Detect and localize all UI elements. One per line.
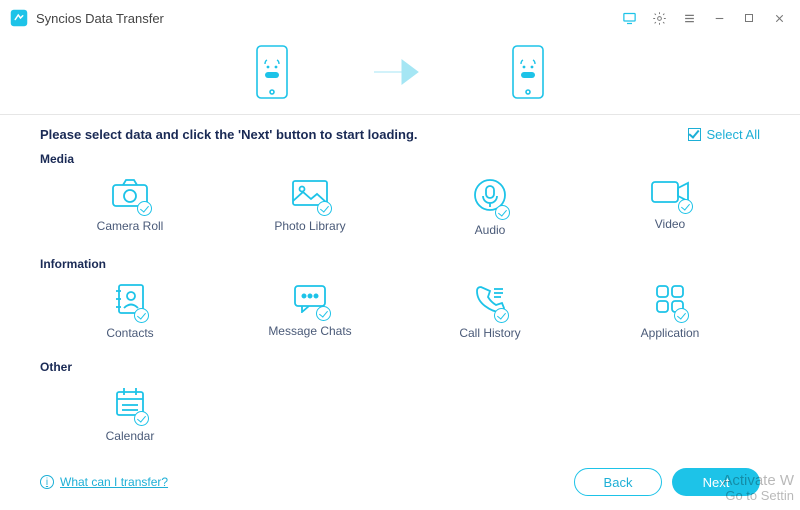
message-chats-icon: [292, 283, 328, 318]
content-area: Please select data and click the 'Next' …: [0, 114, 800, 478]
check-badge-icon: [495, 205, 510, 220]
check-badge-icon: [317, 201, 332, 216]
checkbox-icon: [688, 128, 701, 141]
help-label: What can I transfer?: [60, 475, 168, 489]
settings-icon[interactable]: [648, 7, 670, 29]
item-contacts[interactable]: Contacts: [40, 275, 220, 354]
source-phone-icon: [254, 44, 290, 100]
item-video[interactable]: Video: [580, 170, 760, 251]
media-grid: Camera Roll Photo Library Audio: [40, 170, 760, 251]
video-icon: [650, 178, 690, 211]
header-row: Please select data and click the 'Next' …: [40, 127, 760, 142]
item-photo-library[interactable]: Photo Library: [220, 170, 400, 251]
check-badge-icon: [134, 308, 149, 323]
item-label: Photo Library: [274, 219, 345, 233]
info-icon: i: [40, 475, 54, 489]
application-icon: [654, 283, 686, 320]
check-badge-icon: [494, 308, 509, 323]
app-title: Syncios Data Transfer: [36, 11, 164, 26]
transfer-diagram: [0, 36, 800, 114]
item-label: Contacts: [106, 326, 153, 340]
target-phone-icon: [510, 44, 546, 100]
help-link[interactable]: i What can I transfer?: [40, 475, 168, 489]
item-application[interactable]: Application: [580, 275, 760, 354]
audio-icon: [473, 178, 507, 217]
app-window: Syncios Data Transfer: [0, 0, 800, 510]
check-badge-icon: [134, 411, 149, 426]
check-badge-icon: [674, 308, 689, 323]
photo-library-icon: [291, 178, 329, 213]
check-badge-icon: [316, 306, 331, 321]
select-all-label: Select All: [707, 127, 760, 142]
footer: i What can I transfer? Back Next: [0, 454, 800, 510]
titlebar: Syncios Data Transfer: [0, 0, 800, 36]
item-label: Audio: [475, 223, 506, 237]
other-grid: Calendar: [40, 378, 760, 457]
group-label-information: Information: [40, 257, 760, 271]
maximize-button[interactable]: [738, 7, 760, 29]
instruction-text: Please select data and click the 'Next' …: [40, 127, 418, 142]
minimize-button[interactable]: [708, 7, 730, 29]
item-label: Calendar: [106, 429, 155, 443]
item-audio[interactable]: Audio: [400, 170, 580, 251]
group-label-media: Media: [40, 152, 760, 166]
arrow-right-icon: [370, 54, 430, 90]
next-button[interactable]: Next: [672, 468, 760, 496]
app-logo-icon: [10, 9, 28, 27]
check-badge-icon: [137, 201, 152, 216]
camera-roll-icon: [111, 178, 149, 213]
item-label: Video: [655, 217, 685, 231]
item-camera-roll[interactable]: Camera Roll: [40, 170, 220, 251]
information-grid: Contacts Message Chats Call History: [40, 275, 760, 354]
calendar-icon: [114, 386, 146, 423]
item-calendar[interactable]: Calendar: [40, 378, 220, 457]
close-button[interactable]: [768, 7, 790, 29]
menu-icon[interactable]: [678, 7, 700, 29]
select-all-checkbox[interactable]: Select All: [688, 127, 760, 142]
item-call-history[interactable]: Call History: [400, 275, 580, 354]
contacts-icon: [114, 283, 146, 320]
item-label: Application: [641, 326, 700, 340]
check-badge-icon: [678, 199, 693, 214]
back-button[interactable]: Back: [574, 468, 662, 496]
item-label: Message Chats: [268, 324, 351, 338]
monitor-icon[interactable]: [618, 7, 640, 29]
item-message-chats[interactable]: Message Chats: [220, 275, 400, 354]
group-label-other: Other: [40, 360, 760, 374]
call-history-icon: [474, 283, 506, 320]
item-label: Camera Roll: [97, 219, 164, 233]
item-label: Call History: [459, 326, 520, 340]
